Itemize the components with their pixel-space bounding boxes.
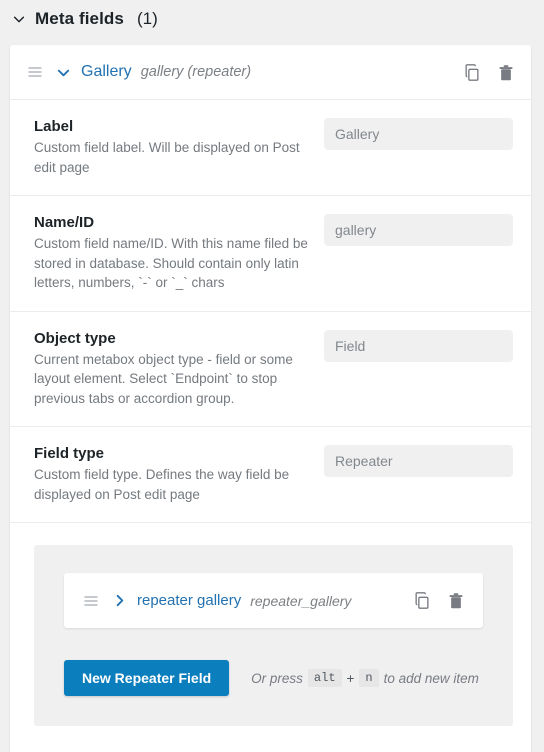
trash-icon[interactable] bbox=[447, 591, 465, 610]
meta-fields-count: (1) bbox=[136, 9, 158, 28]
setting-description: Custom field type. Defines the way field… bbox=[34, 467, 290, 502]
setting-title: Field type bbox=[34, 445, 105, 462]
hint-prefix: Or press bbox=[251, 670, 303, 686]
hint-plus: + bbox=[346, 670, 355, 686]
setting-control-col bbox=[324, 213, 513, 246]
drag-handle-icon[interactable] bbox=[27, 64, 43, 80]
setting-label-col: Object type Current metabox object type … bbox=[34, 329, 324, 409]
setting-title: Label bbox=[34, 118, 74, 135]
kbd-n: n bbox=[359, 669, 379, 687]
setting-row-label: Label Custom field label. Will be displa… bbox=[10, 100, 531, 196]
repeater-section: repeater gallery repeater_gallery New Re… bbox=[10, 523, 531, 752]
copy-icon[interactable] bbox=[413, 591, 431, 610]
setting-label-col: Field type Custom field type. Defines th… bbox=[34, 444, 324, 504]
setting-title: Name/ID bbox=[34, 214, 95, 231]
chevron-right-icon[interactable] bbox=[112, 593, 127, 608]
repeater-child-slug-label: repeater_gallery bbox=[250, 592, 352, 609]
add-repeater-row: New Repeater Field Or press alt + n to a… bbox=[64, 660, 483, 696]
setting-description: Current metabox object type - field or s… bbox=[34, 351, 293, 406]
setting-description: Custom field label. Will be displayed on… bbox=[34, 140, 300, 175]
repeater-child-row[interactable]: repeater gallery repeater_gallery bbox=[64, 573, 483, 628]
meta-field-panel: Gallery gallery (repeater) Label Custom … bbox=[10, 45, 531, 752]
object-type-select[interactable] bbox=[324, 329, 513, 362]
repeater-child-actions bbox=[413, 591, 465, 610]
setting-row-field-type: Field type Custom field type. Defines th… bbox=[10, 427, 531, 523]
repeater-container: repeater gallery repeater_gallery New Re… bbox=[34, 545, 513, 726]
field-header-bar[interactable]: Gallery gallery (repeater) bbox=[10, 45, 531, 100]
kbd-alt: alt bbox=[307, 669, 342, 687]
trash-icon[interactable] bbox=[497, 63, 515, 82]
setting-label-col: Name/ID Custom field name/ID. With this … bbox=[34, 213, 324, 293]
setting-description: Custom field name/ID. With this name fil… bbox=[34, 236, 308, 290]
page-title: Meta fields bbox=[35, 9, 124, 28]
hint-suffix: to add new item bbox=[383, 670, 479, 686]
field-slug-label: gallery (repeater) bbox=[140, 64, 252, 80]
field-type-select[interactable] bbox=[324, 445, 513, 477]
new-repeater-field-button[interactable]: New Repeater Field bbox=[64, 660, 230, 696]
setting-control-col bbox=[324, 117, 513, 150]
keyboard-shortcut-hint: Or press alt + n to add new item bbox=[251, 669, 479, 687]
drag-handle-icon[interactable] bbox=[83, 593, 99, 609]
setting-control-col bbox=[324, 444, 513, 477]
repeater-child-name-link[interactable]: repeater gallery bbox=[137, 592, 241, 609]
copy-icon[interactable] bbox=[463, 63, 481, 82]
name-id-input[interactable] bbox=[324, 214, 513, 246]
setting-title: Object type bbox=[34, 329, 116, 347]
label-input[interactable] bbox=[324, 118, 513, 150]
field-header-actions bbox=[463, 63, 515, 82]
setting-label-col: Label Custom field label. Will be displa… bbox=[34, 117, 324, 177]
chevron-down-icon[interactable] bbox=[56, 65, 71, 80]
setting-row-name-id: Name/ID Custom field name/ID. With this … bbox=[10, 196, 531, 312]
field-name-link[interactable]: Gallery bbox=[81, 63, 132, 81]
chevron-down-icon[interactable] bbox=[12, 12, 26, 26]
meta-fields-section-header[interactable]: Meta fields (1) bbox=[0, 0, 544, 31]
setting-row-object-type: Object type Current metabox object type … bbox=[10, 312, 531, 427]
setting-control-col bbox=[324, 329, 513, 362]
